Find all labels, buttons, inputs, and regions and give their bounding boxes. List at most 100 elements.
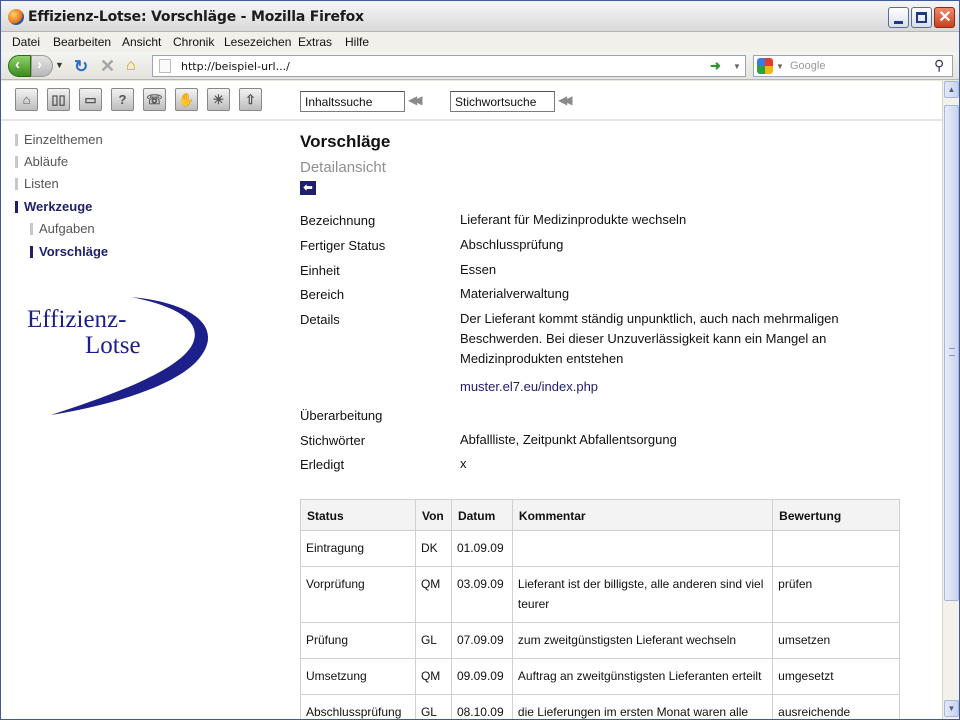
- forward-button[interactable]: ›: [31, 55, 53, 77]
- keyword-search-input[interactable]: Stichwortsuche: [450, 91, 555, 112]
- cell-kommentar: [511, 530, 774, 567]
- url-text[interactable]: http://beispiel-url.../: [181, 60, 290, 73]
- cell-bewertung: umsetzen: [772, 622, 900, 659]
- url-dropdown-icon[interactable]: ▼: [733, 62, 741, 71]
- google-icon[interactable]: [757, 58, 773, 74]
- minimize-button[interactable]: [888, 7, 909, 28]
- table-row: Vorprüfung QM 03.09.09 Lieferant ist der…: [300, 566, 900, 623]
- label-stichwoerter: Stichwörter: [300, 433, 366, 448]
- cell-kommentar: zum zweitgünstigsten Lieferant wechseln: [511, 622, 774, 659]
- scroll-up-icon[interactable]: ▲: [944, 81, 959, 98]
- menu-extras[interactable]: Extras: [298, 35, 332, 49]
- cell-bewertung: [772, 530, 900, 567]
- go-arrow-icon[interactable]: ➜: [710, 58, 721, 74]
- details-link[interactable]: muster.el7.eu/index.php: [460, 379, 598, 394]
- minimize-icon: [894, 21, 903, 24]
- table-header-row: Status Von Datum Kommentar Bewertung: [300, 499, 900, 531]
- cell-status: Eintragung: [300, 530, 416, 567]
- scrollbar-grip-icon: [949, 348, 955, 356]
- scroll-down-icon[interactable]: ▼: [944, 700, 959, 717]
- hand-icon[interactable]: ✋: [175, 88, 198, 111]
- back-arrow-icon: ‹: [15, 56, 20, 73]
- back-button[interactable]: ‹: [8, 55, 31, 77]
- book-icon[interactable]: ▯▯: [47, 88, 70, 111]
- home-icon[interactable]: ⌂: [15, 88, 38, 111]
- sidebar-item-werkzeuge[interactable]: Werkzeuge: [15, 199, 92, 214]
- cell-datum: 01.09.09: [450, 530, 513, 567]
- sidebar-item-einzelthemen[interactable]: Einzelthemen: [15, 132, 103, 147]
- page-content: ⌂ ▯▯ ▭ ? ☏ ✋ ☀ ⇧ Inhaltssuche ◀◀ Stichwo…: [1, 81, 942, 719]
- label-bezeichnung: Bezeichnung: [300, 213, 376, 228]
- value-stichwoerter: Abfallliste, Zeitpunkt Abfallentsorgung: [460, 432, 677, 447]
- folder-icon[interactable]: ▭: [79, 88, 102, 111]
- close-icon: ✕: [938, 9, 952, 26]
- stop-icon[interactable]: ✕: [100, 56, 115, 78]
- table-row: Eintragung DK 01.09.09: [300, 530, 900, 567]
- up-arrow-icon[interactable]: ⇧: [239, 88, 262, 111]
- search-icon[interactable]: ⚲: [934, 57, 944, 74]
- reload-icon[interactable]: ↻: [74, 57, 88, 79]
- content-search-go-icon[interactable]: ◀◀: [408, 93, 423, 107]
- logo-swoosh: Effizienz- Lotse: [27, 297, 209, 415]
- label-details: Details: [300, 312, 340, 327]
- cell-datum: 09.09.09: [450, 658, 513, 695]
- forward-arrow-icon: ›: [37, 56, 42, 73]
- table-row: Abschlussprüfung GL 08.10.09 die Lieferu…: [300, 694, 900, 719]
- sidebar-item-aufgaben[interactable]: Aufgaben: [30, 221, 95, 236]
- value-erledigt: x: [460, 456, 467, 471]
- label-einheit: Einheit: [300, 263, 340, 278]
- cell-von: GL: [414, 622, 452, 659]
- cell-von: DK: [414, 530, 452, 567]
- content-search-input[interactable]: Inhaltssuche: [300, 91, 405, 112]
- phone-icon[interactable]: ☏: [143, 88, 166, 111]
- label-ueberarbeitung: Überarbeitung: [300, 408, 383, 423]
- lightbulb-icon[interactable]: ☀: [207, 88, 230, 111]
- menu-datei[interactable]: Datei: [12, 35, 40, 49]
- menu-hilfe[interactable]: Hilfe: [345, 35, 369, 49]
- value-bereich: Materialverwaltung: [460, 286, 570, 301]
- search-bar[interactable]: ▼ Google ⚲: [753, 55, 953, 77]
- home-icon[interactable]: ⌂: [126, 57, 136, 79]
- search-placeholder[interactable]: Google: [790, 60, 825, 72]
- vertical-scrollbar[interactable]: ▲ ▼: [942, 81, 959, 719]
- scrollbar-thumb[interactable]: [944, 105, 959, 601]
- url-bar[interactable]: http://beispiel-url.../ ➜ ▼: [152, 55, 746, 77]
- keyword-search-go-icon[interactable]: ◀◀: [558, 93, 573, 107]
- search-engine-dropdown-icon[interactable]: ▼: [776, 62, 784, 71]
- history-table: Status Von Datum Kommentar Bewertung Ein…: [300, 499, 900, 719]
- header-von: Von: [414, 499, 452, 531]
- menu-lesezeichen[interactable]: Lesezeichen: [224, 35, 291, 49]
- history-dropdown-icon[interactable]: ▼: [55, 60, 65, 82]
- page-title: Vorschläge: [300, 132, 391, 151]
- menu-ansicht[interactable]: Ansicht: [122, 35, 161, 49]
- cell-bewertung: umgesetzt: [772, 658, 900, 695]
- sidebar-item-vorschlaege[interactable]: Vorschläge: [30, 244, 108, 259]
- cell-von: QM: [414, 658, 452, 695]
- maximize-icon: [916, 12, 927, 23]
- table-row: Prüfung GL 07.09.09 zum zweitgünstigsten…: [300, 622, 900, 659]
- cell-kommentar: die Lieferungen im ersten Monat waren al…: [511, 694, 774, 719]
- value-status: Abschlussprüfung: [460, 237, 564, 252]
- cell-datum: 08.10.09: [450, 694, 513, 719]
- sidebar-item-listen[interactable]: Listen: [15, 176, 59, 191]
- cell-von: QM: [414, 566, 452, 623]
- cell-bewertung: prüfen: [772, 566, 900, 623]
- menu-bearbeiten[interactable]: Bearbeiten: [53, 35, 111, 49]
- sidebar-item-ablaeufe[interactable]: Abläufe: [15, 154, 68, 169]
- label-erledigt: Erledigt: [300, 457, 345, 472]
- menu-chronik[interactable]: Chronik: [173, 35, 214, 49]
- help-icon[interactable]: ?: [111, 88, 134, 111]
- page-subtitle: Detailansicht: [300, 159, 386, 176]
- value-einheit: Essen: [460, 262, 497, 277]
- page-icon: [159, 59, 171, 73]
- close-button[interactable]: ✕: [934, 7, 955, 28]
- logo-text-line2: Lotse: [85, 332, 141, 359]
- back-arrow-icon[interactable]: ⬅: [300, 181, 316, 195]
- header-bewertung: Bewertung: [772, 499, 900, 531]
- cell-datum: 03.09.09: [450, 566, 513, 623]
- cell-status: Abschlussprüfung: [300, 694, 416, 719]
- value-bezeichnung: Lieferant für Medizinprodukte wechseln: [460, 212, 687, 227]
- table-row: Umsetzung QM 09.09.09 Auftrag an zweitgü…: [300, 658, 900, 695]
- maximize-button[interactable]: [911, 7, 932, 28]
- cell-status: Prüfung: [300, 622, 416, 659]
